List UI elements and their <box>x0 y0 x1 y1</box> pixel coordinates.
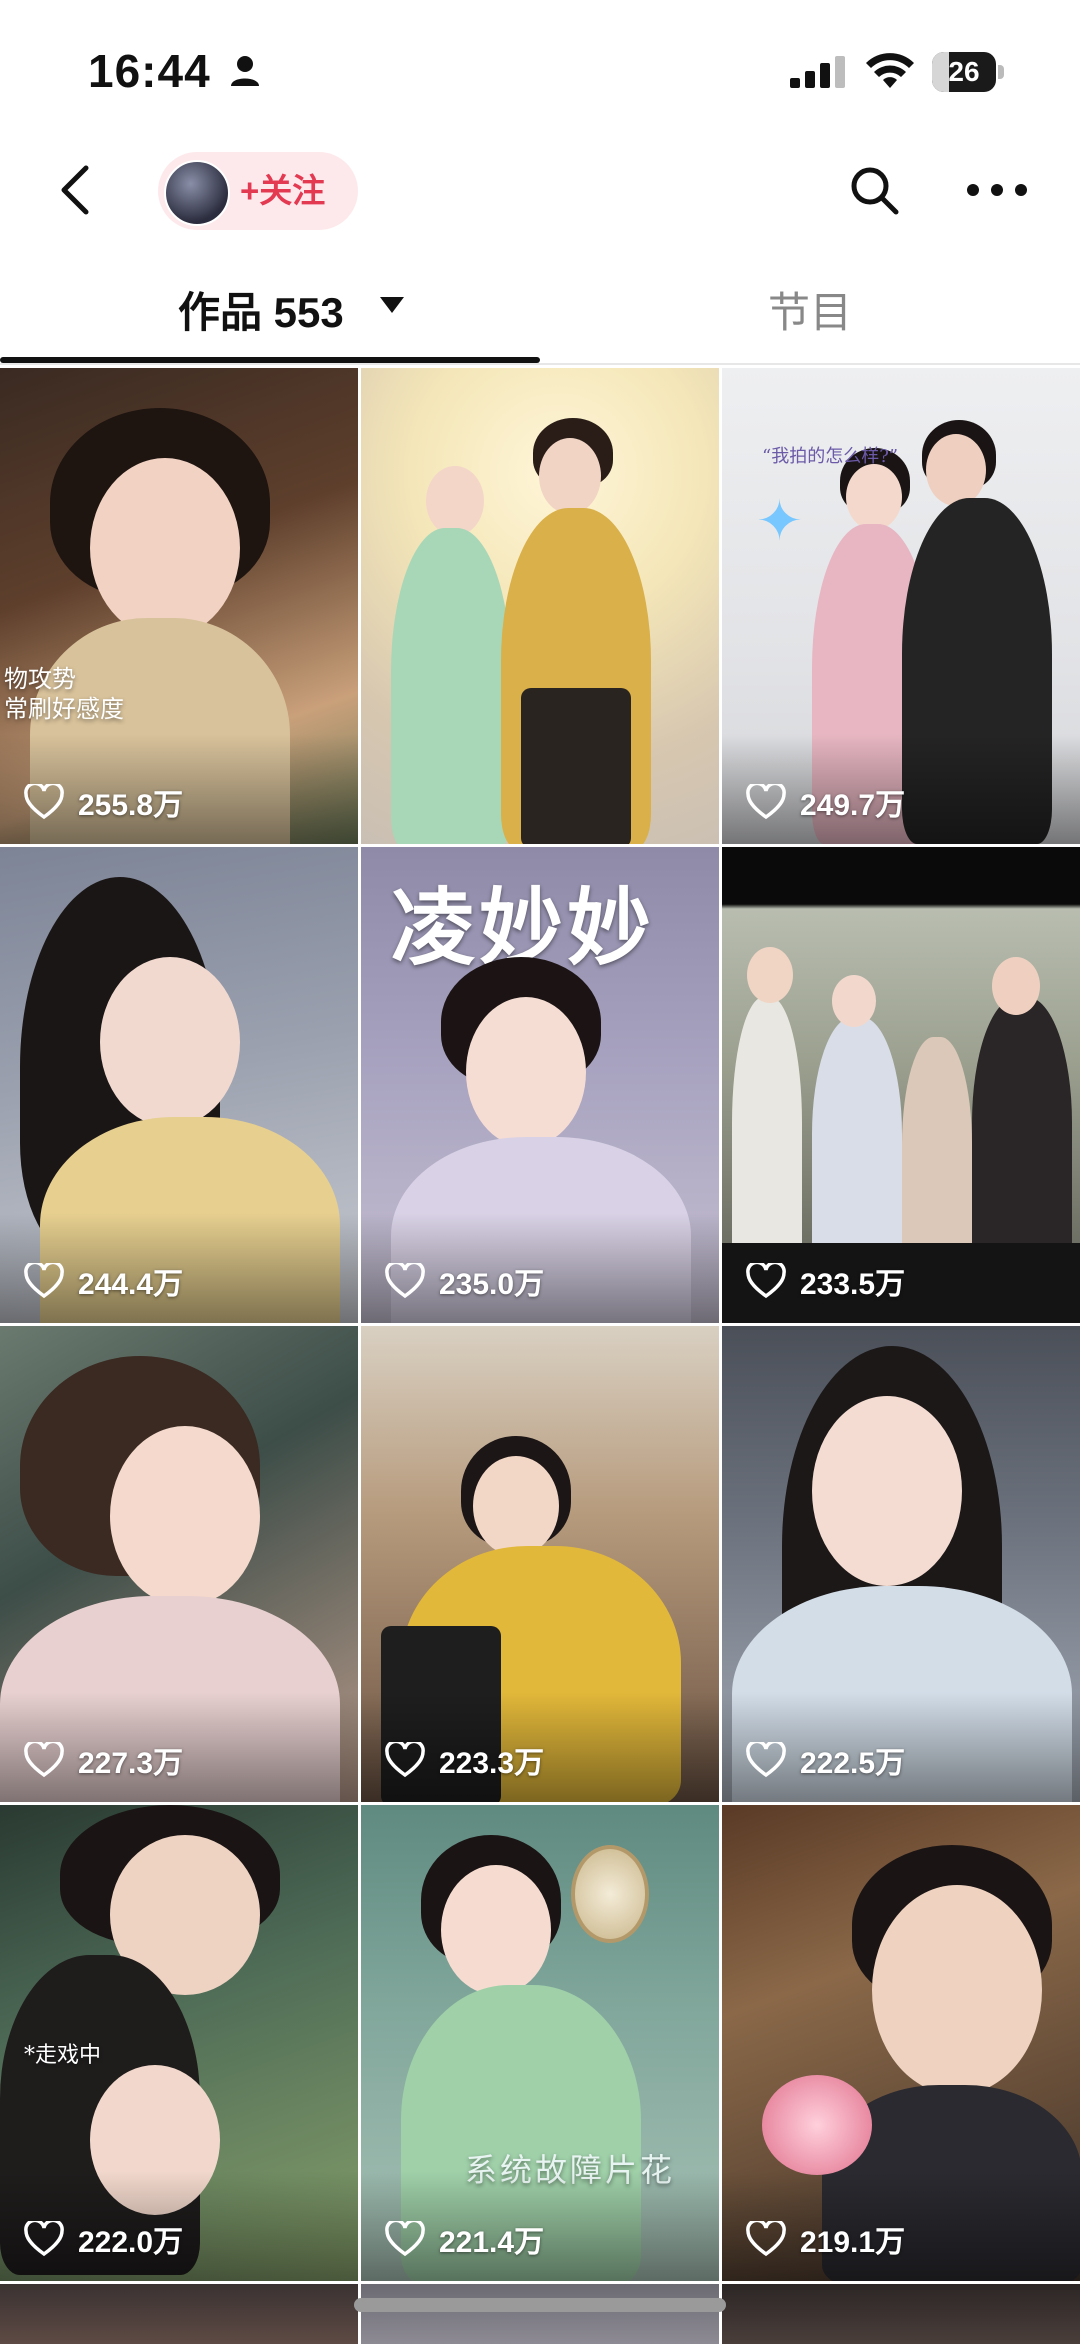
status-bar: 16:44 26 <box>0 0 1080 140</box>
heart-icon <box>24 784 64 820</box>
like-count-text: 235.0万 <box>439 1268 545 1301</box>
video-tile[interactable] <box>361 2284 719 2344</box>
battery-icon: 26 <box>932 52 1006 92</box>
more-dots-icon[interactable] <box>964 162 1030 218</box>
hand-mirror-icon <box>571 1845 649 1943</box>
video-tile[interactable] <box>361 368 719 844</box>
like-count: 233.5万 <box>746 1261 905 1301</box>
caret-down-icon[interactable] <box>380 297 404 313</box>
like-count-text: 221.4万 <box>439 2226 545 2259</box>
tab-shows[interactable]: 节目 <box>768 279 852 340</box>
heart-icon <box>385 2221 425 2257</box>
heart-icon <box>24 2221 64 2257</box>
video-tile[interactable]: 233.5万 <box>722 847 1080 1323</box>
home-indicator[interactable] <box>354 2298 726 2312</box>
heart-icon <box>746 1742 786 1778</box>
video-tile[interactable]: 系统故障片花 221.4万 <box>361 1805 719 2281</box>
like-count: 227.3万 <box>24 1740 183 1780</box>
like-count: 221.4万 <box>385 2219 544 2259</box>
heart-icon <box>24 1263 64 1299</box>
video-tile[interactable]: 凌妙妙 235.0万 <box>361 847 719 1323</box>
video-tile[interactable]: 244.4万 <box>0 847 358 1323</box>
like-count-text: 222.5万 <box>800 1747 906 1780</box>
video-caption: “我拍的怎么样?” <box>762 446 899 467</box>
heart-icon <box>24 1742 64 1778</box>
content-tabs: 作品 553 节目 <box>0 245 1080 365</box>
video-tile[interactable]: 219.1万 <box>722 1805 1080 2281</box>
search-icon[interactable] <box>846 162 902 218</box>
battery-level: 26 <box>948 56 980 87</box>
heart-icon <box>746 2221 786 2257</box>
like-count: 219.1万 <box>746 2219 905 2259</box>
heart-icon <box>385 1742 425 1778</box>
tabs-divider <box>0 363 1080 365</box>
like-count: 249.7万 <box>746 782 905 822</box>
video-tile[interactable]: 222.5万 <box>722 1326 1080 1802</box>
heart-icon <box>385 1263 425 1299</box>
like-count: 255.8万 <box>24 782 183 822</box>
heart-icon <box>746 1263 786 1299</box>
sparkle-icon: ✦ <box>756 489 803 552</box>
tab-works[interactable]: 作品 553 <box>0 245 540 365</box>
video-tile[interactable]: *走戏中 222.0万 <box>0 1805 358 2281</box>
heart-icon <box>746 784 786 820</box>
like-count-text: 249.7万 <box>800 789 906 822</box>
like-count: 244.4万 <box>24 1261 183 1301</box>
like-count: 222.0万 <box>24 2219 183 2259</box>
video-tile[interactable]: “我拍的怎么样?” ✦ 249.7万 <box>722 368 1080 844</box>
follow-label: +关注 <box>240 172 326 209</box>
person-icon <box>231 56 259 86</box>
video-tile[interactable] <box>722 2284 1080 2344</box>
avatar[interactable] <box>164 160 230 226</box>
video-tile[interactable] <box>0 2284 358 2344</box>
like-count-text: 222.0万 <box>78 2226 184 2259</box>
like-count-text: 244.4万 <box>78 1268 184 1301</box>
video-caption: *走戏中 <box>24 2043 102 2068</box>
like-count: 222.5万 <box>746 1740 905 1780</box>
back-arrow-icon[interactable] <box>52 160 102 220</box>
status-time: 16:44 <box>88 45 211 97</box>
like-count: 235.0万 <box>385 1261 544 1301</box>
video-tile[interactable]: 227.3万 <box>0 1326 358 1802</box>
video-tile[interactable]: 物攻势 常刷好感度 255.8万 <box>0 368 358 844</box>
profile-header: +关注 <box>0 140 1080 245</box>
signal-icon <box>790 56 845 88</box>
like-count-text: 223.3万 <box>439 1747 545 1780</box>
tab-works-label: 作品 553 <box>178 289 344 336</box>
flower-icon <box>762 2075 872 2175</box>
like-count-text: 255.8万 <box>78 789 184 822</box>
like-count-text: 233.5万 <box>800 1268 906 1301</box>
like-count: 223.3万 <box>385 1740 544 1780</box>
like-count-text: 227.3万 <box>78 1747 184 1780</box>
video-tile[interactable]: 223.3万 <box>361 1326 719 1802</box>
like-count-text: 219.1万 <box>800 2226 906 2259</box>
follow-button[interactable]: +关注 <box>158 152 358 230</box>
wifi-icon <box>866 53 914 88</box>
video-caption: 物攻势 常刷好感度 <box>4 665 124 723</box>
